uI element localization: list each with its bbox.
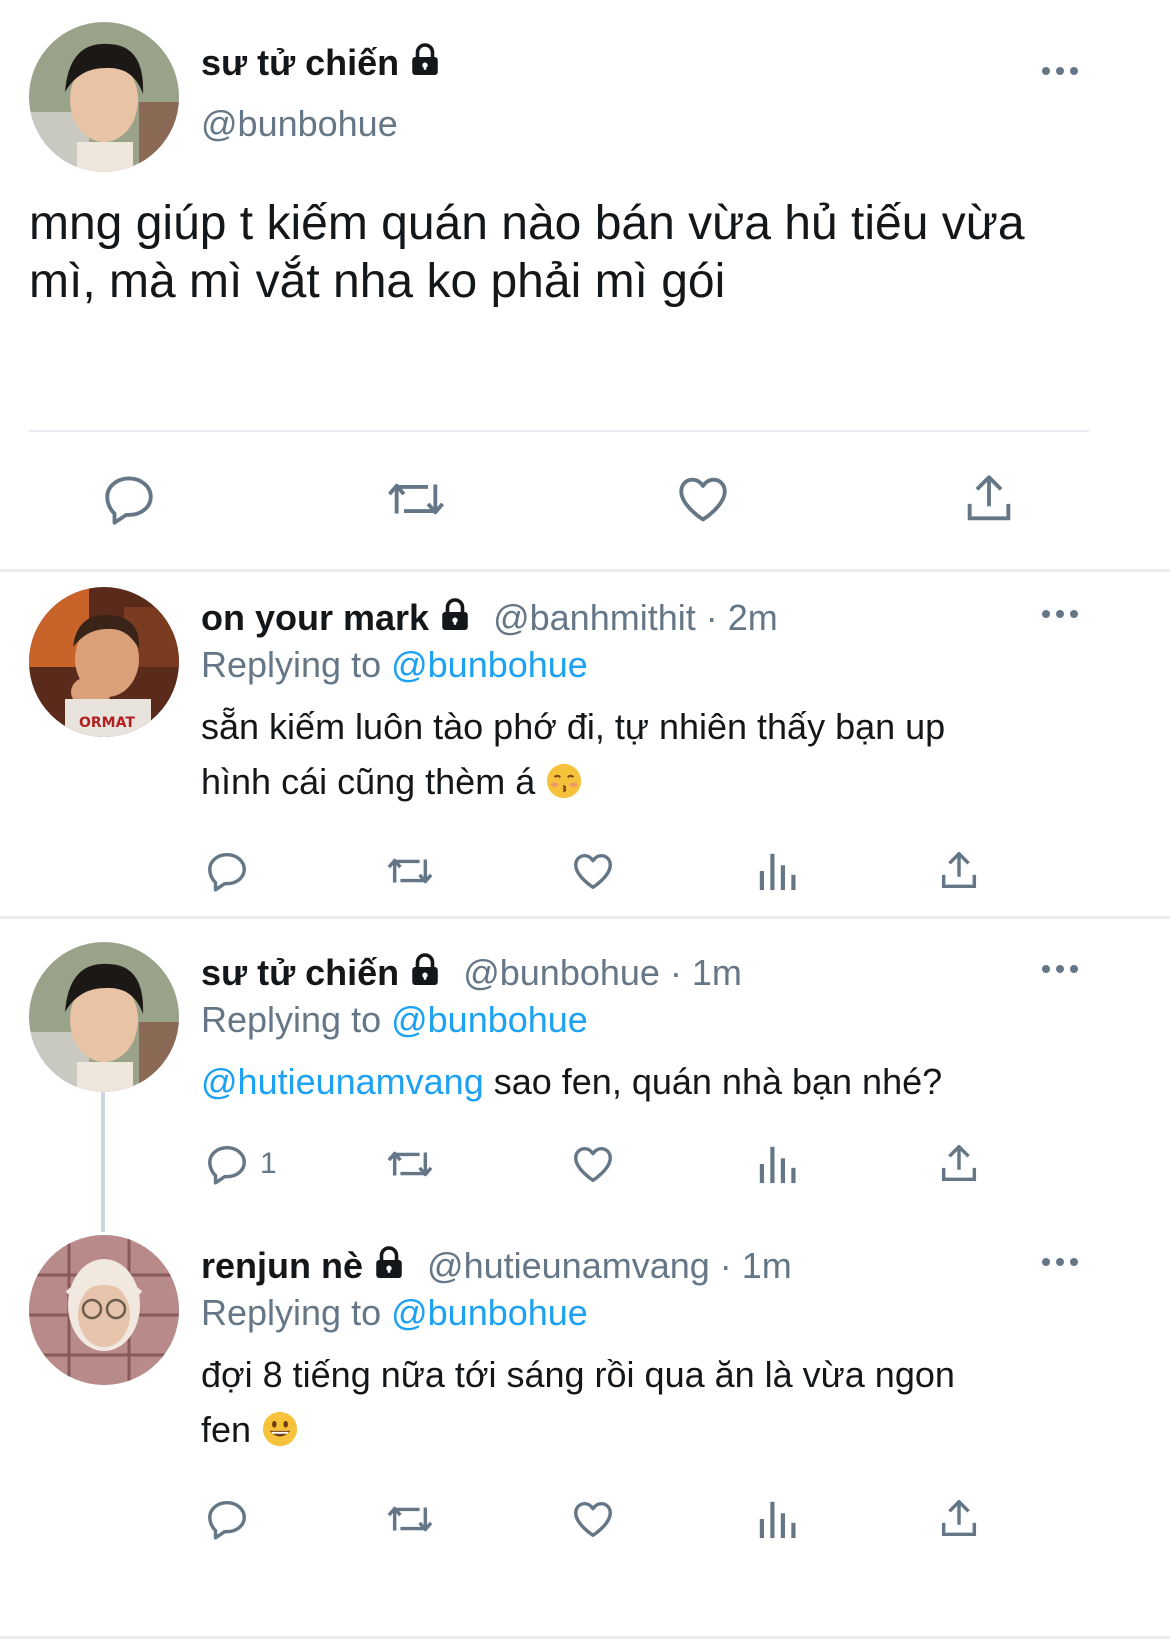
handle[interactable]: @bunbohue [201,104,398,144]
display-name[interactable]: on your mark [201,597,429,638]
timestamp: · 1m [659,952,742,993]
handle[interactable]: @bunbohue [463,952,660,993]
heart-icon [574,853,612,890]
reply-text-line: hình cái cũng thèm á [201,761,536,802]
lock-icon [437,597,473,641]
mention-link[interactable]: @hutieunamvang [201,1061,484,1102]
reply-button[interactable] [204,848,250,894]
share-icon [941,1500,977,1537]
share-button[interactable] [936,1496,982,1542]
reply-icon [105,476,153,525]
analytics-button[interactable] [756,1496,798,1542]
reply-icon [208,852,246,892]
reply-icon [208,1145,246,1185]
display-name[interactable]: sư tử chiến [201,42,399,83]
analytics-icon [759,1501,796,1539]
reply-icon [208,1500,246,1540]
reply-text-line: sẵn kiếm luôn tào phớ đi, tự nhiên thấy … [201,706,946,747]
like-button[interactable] [674,470,732,528]
replying-to-link[interactable]: @bunbohue [391,644,588,685]
tweet-text-line: mng giúp t kiếm quán nào bán vừa hủ tiếu… [29,197,1025,250]
tweet-text-line: mì, mà mì vắt nha ko phải mì gói [29,255,726,308]
reply-text-line: đợi 8 tiếng nữa tới sáng rồi qua ăn là v… [201,1354,955,1395]
retweet-icon [387,1151,433,1177]
like-button[interactable] [570,1141,616,1187]
retweet-button[interactable] [384,1496,436,1542]
heart-icon [574,1501,612,1538]
replying-to-label: Replying to [201,999,392,1040]
analytics-button[interactable] [756,1141,798,1187]
reply-button[interactable] [100,470,158,528]
more-options-icon[interactable] [1042,965,1078,973]
analytics-button[interactable] [756,848,798,894]
lock-icon [371,1245,407,1289]
avatar-reply[interactable] [29,1235,179,1385]
replying-to-label: Replying to [201,1292,392,1333]
analytics-icon [759,853,796,891]
more-options-icon[interactable] [1042,610,1078,618]
replying-to-link[interactable]: @bunbohue [391,1292,588,1333]
reply-button[interactable] [204,1496,250,1542]
replying-to-link[interactable]: @bunbohue [391,999,588,1040]
heart-icon [574,1146,612,1183]
divider [0,1636,1170,1639]
heart-icon [679,477,727,522]
svg-text:ORMAT: ORMAT [79,715,135,731]
more-options-icon[interactable] [1042,67,1078,75]
like-button[interactable] [570,848,616,894]
avatar-reply[interactable]: ORMAT [29,587,179,737]
share-button[interactable] [936,848,982,894]
lock-icon [407,42,443,86]
share-button[interactable] [960,470,1018,528]
timestamp: · 2m [695,597,778,638]
divider [0,569,1170,572]
avatar-reply[interactable] [29,942,179,1092]
grinning-face-emoji [261,1408,299,1463]
kissing-face-emoji [545,760,583,815]
handle[interactable]: @banhmithit [493,597,696,638]
more-options-icon[interactable] [1042,1258,1078,1266]
analytics-icon [759,1146,796,1184]
divider [0,916,1170,919]
retweet-icon [387,1506,433,1532]
display-name[interactable]: sư tử chiến [201,952,399,993]
avatar-main[interactable] [29,22,179,172]
separator [29,430,1089,432]
handle[interactable]: @hutieunamvang [427,1245,710,1286]
replying-to-label: Replying to [201,644,392,685]
display-name[interactable]: renjun nè [201,1245,363,1286]
reply-button[interactable]: 1 [204,1141,277,1187]
share-icon [967,475,1011,521]
like-button[interactable] [570,1496,616,1542]
share-icon [941,1145,977,1182]
retweet-icon [387,858,433,884]
reply-text-line: fen [201,1409,252,1450]
retweet-button[interactable] [384,848,436,894]
timestamp: · 1m [709,1245,792,1286]
reply-count: 1 [260,1147,277,1180]
share-button[interactable] [936,1141,982,1187]
reply-text-line: sao fen, quán nhà bạn nhé? [483,1061,943,1102]
thread-line [101,1092,105,1232]
retweet-button[interactable] [384,470,448,528]
retweet-button[interactable] [384,1141,436,1187]
share-icon [941,852,977,889]
lock-icon [407,952,443,996]
retweet-icon [387,483,445,515]
